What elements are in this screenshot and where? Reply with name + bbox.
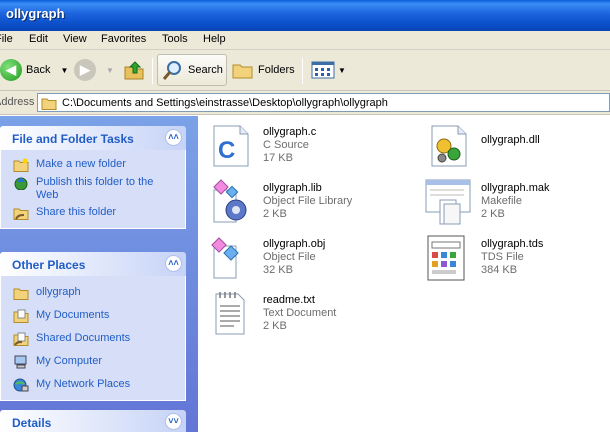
file-size: 17 KB: [263, 152, 293, 164]
title-bar[interactable]: ollygraph: [0, 0, 610, 31]
window-title: ollygraph: [6, 6, 65, 21]
file-folder-tasks-panel: File and Folder Tasks ˄˄ Make a new fold…: [0, 126, 186, 229]
file-name: ollygraph.dll: [481, 134, 540, 146]
address-bar: Address C:\Documents and Settings\einstr…: [0, 91, 610, 115]
menu-file[interactable]: File: [0, 33, 13, 45]
file-type: Object File Library: [263, 195, 353, 207]
file-item-readme-txt[interactable]: readme.txt Text Document 2 KB: [206, 290, 336, 338]
file-size: 384 KB: [481, 264, 518, 276]
address-field[interactable]: C:\Documents and Settings\einstrasse\Des…: [37, 93, 610, 112]
file-item-ollygraph-tds[interactable]: ollygraph.tds TDS File 384 KB: [424, 234, 543, 282]
file-type: Object File: [263, 251, 316, 263]
search-icon: [162, 61, 181, 80]
dll-file-icon: [431, 125, 467, 167]
file-size: 2 KB: [481, 208, 505, 220]
my-documents-icon: [13, 309, 29, 323]
publish-web-icon: [14, 177, 28, 190]
address-path: C:\Documents and Settings\einstrasse\Des…: [62, 96, 388, 109]
menu-help[interactable]: Help: [203, 33, 226, 45]
file-type: C Source: [263, 139, 309, 151]
file-name: readme.txt: [263, 294, 315, 306]
network-places-icon: [13, 378, 29, 392]
back-dropdown-icon[interactable]: ▼: [60, 66, 68, 75]
search-button[interactable]: Search: [157, 54, 227, 86]
expand-chevron-icon[interactable]: ˅˅: [165, 413, 182, 430]
new-folder-icon: [13, 158, 29, 172]
task-pane: File and Folder Tasks ˄˄ Make a new fold…: [0, 116, 198, 432]
views-icon: [311, 61, 335, 79]
place-shared-documents[interactable]: Shared Documents: [1, 330, 185, 353]
up-folder-icon: [124, 61, 144, 80]
file-name: ollygraph.mak: [481, 182, 550, 194]
up-folder-button[interactable]: [122, 54, 146, 86]
file-name: ollygraph.lib: [263, 182, 322, 194]
views-button[interactable]: ▼: [311, 54, 346, 86]
my-computer-icon: [14, 355, 27, 369]
menu-view[interactable]: View: [63, 33, 87, 45]
publish-folder-link[interactable]: Publish this folder to the Web: [1, 174, 185, 204]
folders-icon: [232, 64, 253, 79]
back-button[interactable]: ◀ Back ▼: [0, 54, 68, 86]
collapse-chevron-icon[interactable]: ˄˄: [165, 255, 182, 272]
place-my-documents[interactable]: My Documents: [1, 307, 185, 330]
details-panel: Details ˅˅: [0, 410, 186, 432]
file-size: 2 KB: [263, 208, 287, 220]
folder-icon: [13, 288, 29, 300]
panel-header[interactable]: File and Folder Tasks ˄˄: [0, 126, 186, 150]
file-type: TDS File: [481, 251, 524, 263]
file-type: Makefile: [481, 195, 522, 207]
toolbar: ◀ Back ▼ ▶ ▼ Search Folders ▼: [0, 50, 610, 91]
file-size: 2 KB: [263, 320, 287, 332]
file-item-ollygraph-dll[interactable]: ollygraph.dll: [424, 122, 540, 170]
c-source-file-icon: C: [213, 125, 249, 167]
file-item-ollygraph-obj[interactable]: ollygraph.obj Object File 32 KB: [206, 234, 325, 282]
share-folder-link[interactable]: Share this folder: [1, 204, 185, 222]
folders-button[interactable]: Folders: [232, 54, 295, 86]
place-my-computer[interactable]: My Computer: [1, 353, 185, 376]
folder-icon: [41, 98, 57, 110]
menu-tools[interactable]: Tools: [162, 33, 188, 45]
forward-button[interactable]: ▶ ▼: [74, 54, 114, 86]
make-new-folder-link[interactable]: Make a new folder: [1, 156, 185, 174]
svg-text:C: C: [218, 137, 235, 164]
menu-edit[interactable]: Edit: [29, 33, 48, 45]
file-list: C ollygraph.c C Source 17 KB ollygraph.d…: [198, 116, 610, 432]
file-size: 32 KB: [263, 264, 293, 276]
file-name: ollygraph.c: [263, 126, 317, 138]
views-dropdown-icon[interactable]: ▼: [338, 66, 346, 75]
panel-header[interactable]: Other Places ˄˄: [0, 252, 186, 276]
place-my-network-places[interactable]: My Network Places: [1, 376, 185, 394]
object-file-icon: [211, 237, 239, 279]
menu-bar: File Edit View Favorites Tools Help: [0, 31, 610, 50]
share-folder-icon: [13, 208, 29, 220]
back-arrow-icon: ◀: [0, 59, 22, 81]
makefile-icon: [425, 179, 471, 225]
file-item-ollygraph-lib[interactable]: ollygraph.lib Object File Library 2 KB: [206, 178, 352, 226]
file-name: ollygraph.tds: [481, 238, 544, 250]
place-ollygraph[interactable]: ollygraph: [1, 284, 185, 307]
menu-favorites[interactable]: Favorites: [101, 33, 146, 45]
shared-documents-icon: [13, 332, 29, 346]
tds-file-icon: [427, 235, 465, 281]
address-label: Address: [0, 96, 35, 108]
file-item-ollygraph-mak[interactable]: ollygraph.mak Makefile 2 KB: [424, 178, 549, 226]
file-type: Text Document: [263, 307, 337, 319]
library-file-icon: [213, 179, 247, 223]
file-item-ollygraph-c[interactable]: C ollygraph.c C Source 17 KB: [206, 122, 316, 170]
panel-header[interactable]: Details ˅˅: [0, 410, 186, 432]
text-document-icon: [215, 292, 245, 335]
forward-dropdown-icon[interactable]: ▼: [106, 66, 114, 75]
collapse-chevron-icon[interactable]: ˄˄: [165, 129, 182, 146]
forward-arrow-icon: ▶: [74, 59, 96, 81]
file-name: ollygraph.obj: [263, 238, 326, 250]
other-places-panel: Other Places ˄˄ ollygraph My Documents S…: [0, 252, 186, 401]
